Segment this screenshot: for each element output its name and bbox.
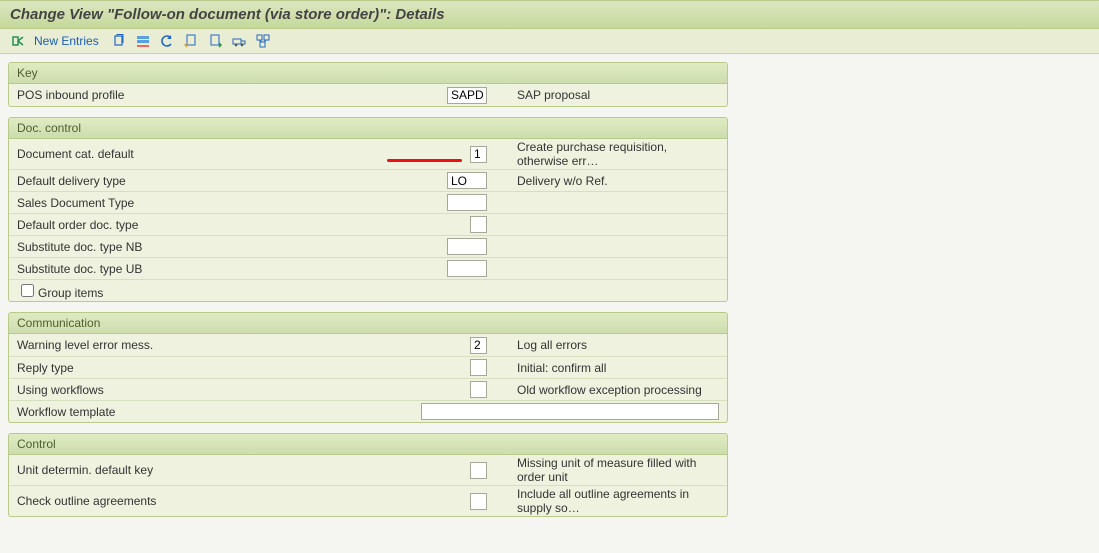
doc-cat-default-descr: Create purchase requisition, otherwise e… (487, 140, 719, 168)
where-used-icon[interactable] (255, 33, 271, 49)
default-delivery-type-input[interactable] (447, 172, 487, 189)
group-control: Control Unit determin. default key Missi… (8, 433, 728, 517)
default-delivery-type-label: Default delivery type (17, 174, 427, 188)
group-doc-control: Doc. control Document cat. default Creat… (8, 117, 728, 302)
doc-cat-default-label: Document cat. default (17, 147, 427, 161)
new-entries-button[interactable]: New Entries (34, 34, 99, 48)
check-outline-descr: Include all outline agreements in supply… (487, 487, 719, 515)
using-workflows-input[interactable] (470, 381, 487, 398)
default-order-doc-type-input[interactable] (470, 216, 487, 233)
copy-icon[interactable] (111, 33, 127, 49)
default-order-doc-type-label: Default order doc. type (17, 218, 427, 232)
group-key-header: Key (9, 63, 727, 84)
warn-level-input[interactable] (470, 337, 487, 354)
sub-doc-type-nb-label: Substitute doc. type NB (17, 240, 427, 254)
transport-icon[interactable] (231, 33, 247, 49)
default-delivery-type-descr: Delivery w/o Ref. (487, 174, 719, 188)
delete-row-icon[interactable] (135, 33, 151, 49)
toolbar: New Entries (0, 29, 1099, 54)
sub-doc-type-nb-input[interactable] (447, 238, 487, 255)
group-communication: Communication Warning level error mess. … (8, 312, 728, 423)
unit-default-key-descr: Missing unit of measure filled with orde… (487, 456, 719, 484)
reply-type-label: Reply type (17, 361, 427, 375)
unit-default-key-label: Unit determin. default key (17, 463, 427, 477)
group-communication-header: Communication (9, 313, 727, 334)
using-workflows-descr: Old workflow exception processing (487, 383, 719, 397)
warn-level-descr: Log all errors (487, 338, 719, 352)
check-outline-label: Check outline agreements (17, 494, 427, 508)
sub-doc-type-ub-input[interactable] (447, 260, 487, 277)
workflow-template-label: Workflow template (17, 405, 421, 419)
check-outline-input[interactable] (470, 493, 487, 510)
sub-doc-type-ub-label: Substitute doc. type UB (17, 262, 427, 276)
group-control-header: Control (9, 434, 727, 455)
using-workflows-label: Using workflows (17, 383, 427, 397)
title-text: Change View "Follow-on document (via sto… (10, 6, 445, 23)
annotation-underline (387, 159, 462, 162)
pos-profile-label: POS inbound profile (17, 88, 427, 102)
unit-default-key-input[interactable] (470, 462, 487, 479)
warn-level-label: Warning level error mess. (17, 338, 427, 352)
workflow-template-input[interactable] (421, 403, 719, 420)
group-items-checkbox[interactable] (21, 284, 34, 297)
group-key: Key POS inbound profile SAP proposal (8, 62, 728, 107)
undo-icon[interactable] (159, 33, 175, 49)
sales-doc-type-label: Sales Document Type (17, 196, 427, 210)
sales-doc-type-input[interactable] (447, 194, 487, 211)
reply-type-descr: Initial: confirm all (487, 361, 719, 375)
pos-profile-descr: SAP proposal (487, 88, 719, 102)
doc-cat-default-input[interactable] (470, 146, 487, 163)
group-doc-control-header: Doc. control (9, 118, 727, 139)
doc-prev-icon[interactable] (183, 33, 199, 49)
toggle-icon[interactable] (10, 33, 26, 49)
reply-type-input[interactable] (470, 359, 487, 376)
doc-next-icon[interactable] (207, 33, 223, 49)
pos-profile-input[interactable] (447, 87, 487, 104)
page-title: Change View "Follow-on document (via sto… (0, 0, 1099, 29)
group-items-label: Group items (38, 286, 103, 300)
